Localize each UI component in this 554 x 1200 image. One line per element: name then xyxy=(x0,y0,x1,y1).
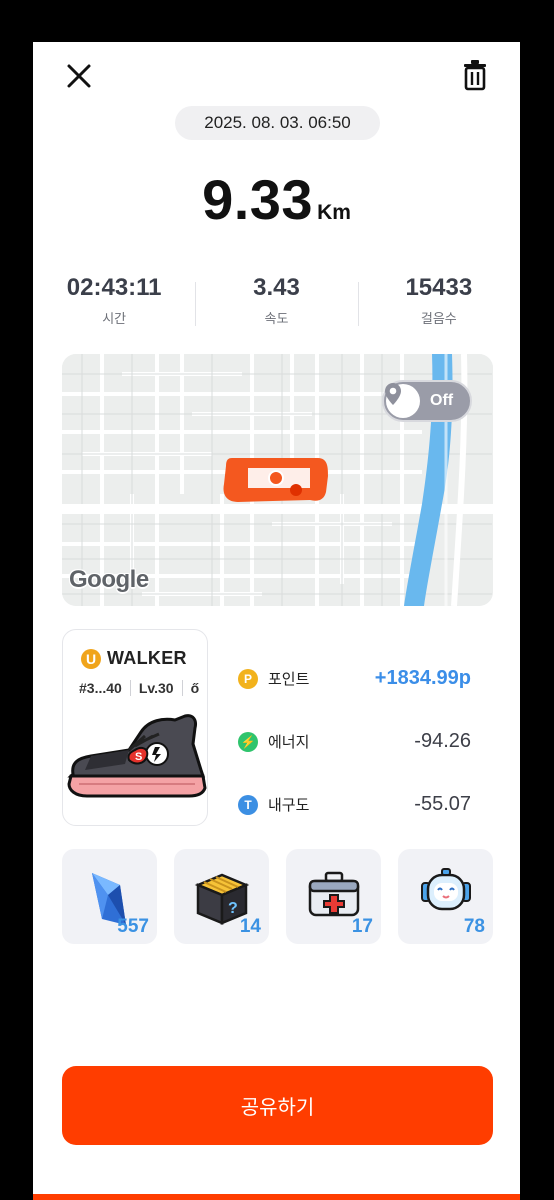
stat-steps: 15433 걸음수 xyxy=(357,274,520,334)
sneaker-icon: S xyxy=(67,714,207,798)
stat-label: 걸음수 xyxy=(420,312,457,327)
reward-label: 에너지 xyxy=(268,733,310,751)
distance-unit: Km xyxy=(317,201,351,224)
rewards-list: P 포인트 +1834.99p ⚡ 에너지 -94.26 T 내구도 -55.0… xyxy=(238,647,503,836)
svg-text:?: ? xyxy=(228,900,238,917)
stat-label: 시간 xyxy=(102,312,127,327)
google-logo: Google xyxy=(69,566,149,593)
reward-value: -94.26 xyxy=(414,730,471,752)
item-repair-kit[interactable]: 17 xyxy=(286,849,381,944)
run-result-sheet: 2025. 08. 03. 06:50 9.33 Km 02:43:11 시간 3… xyxy=(33,42,520,1200)
toggle-label: Off xyxy=(430,392,454,409)
item-count: 17 xyxy=(351,916,373,937)
stat-label: 속도 xyxy=(264,312,289,327)
item-gem[interactable]: 557 xyxy=(62,849,157,944)
stat-value: 3.43 xyxy=(253,274,300,301)
shoe-brand: U WALKER xyxy=(81,648,187,669)
energy-icon: ⚡ xyxy=(238,731,258,752)
distance-display: 9.33 Km xyxy=(33,167,520,232)
item-robot[interactable]: 78 xyxy=(398,849,493,944)
reward-label: 내구도 xyxy=(268,796,310,814)
location-toggle[interactable]: Off xyxy=(382,380,472,422)
shoe-level: Lv.30 xyxy=(138,680,174,696)
reward-value: +1834.99p xyxy=(374,667,471,689)
reward-label: 포인트 xyxy=(268,670,310,688)
item-count: 78 xyxy=(463,916,485,937)
stat-speed: 3.43 속도 xyxy=(195,274,357,334)
item-mystery-box[interactable]: ? 14 xyxy=(174,849,269,944)
shoe-card[interactable]: U WALKER #3...40 Lv.30 ő S xyxy=(62,629,208,826)
item-count: 557 xyxy=(117,916,149,937)
route-map[interactable]: Off Google xyxy=(62,354,493,606)
shoe-id: #3...40 xyxy=(79,680,122,696)
brand-name: WALKER xyxy=(107,648,187,668)
distance-value: 9.33 xyxy=(202,168,314,231)
shoe-meta: #3...40 Lv.30 ő xyxy=(79,680,207,696)
stat-value: 15433 xyxy=(405,274,473,301)
trash-icon[interactable] xyxy=(457,56,493,94)
svg-text:S: S xyxy=(135,751,142,763)
points-icon: P xyxy=(238,668,258,689)
reward-durability: T 내구도 -55.07 xyxy=(238,773,503,836)
reward-value: -55.07 xyxy=(414,793,471,815)
durability-icon: T xyxy=(238,794,258,815)
meta-divider xyxy=(129,680,131,696)
shoe-extra: ő xyxy=(190,680,200,696)
item-count: 14 xyxy=(239,916,261,937)
date-pill: 2025. 08. 03. 06:50 xyxy=(175,106,380,140)
bottom-accent-bar xyxy=(33,1194,520,1200)
items-row: 557 ? 14 17 78 xyxy=(62,849,520,945)
reward-points: P 포인트 +1834.99p xyxy=(238,647,503,710)
stats-row: 02:43:11 시간 3.43 속도 15433 걸음수 xyxy=(33,274,520,334)
reward-energy: ⚡ 에너지 -94.26 xyxy=(238,710,503,773)
stat-value: 02:43:11 xyxy=(66,274,162,301)
close-icon[interactable] xyxy=(61,58,97,94)
brand-badge-icon: U xyxy=(81,648,101,669)
location-pin-icon xyxy=(385,383,420,418)
stat-time: 02:43:11 시간 xyxy=(33,274,195,334)
share-button[interactable]: 공유하기 xyxy=(62,1066,493,1145)
meta-divider xyxy=(181,680,183,696)
